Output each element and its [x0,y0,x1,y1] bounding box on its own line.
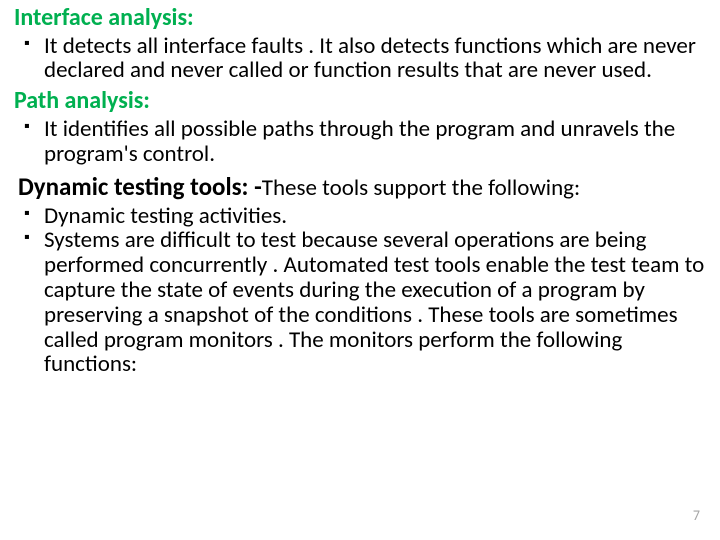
path-analysis-list: It identifies all possible paths through… [14,117,706,167]
path-analysis-heading: Path analysis: [14,87,706,115]
dynamic-tools-list: Dynamic testing activities. Systems are … [14,204,706,378]
interface-analysis-list: It detects all interface faults . It als… [14,34,706,84]
dynamic-tools-heading-bold: Dynamic testing tools: - [18,171,262,202]
slide: Interface analysis: It detects all inter… [0,0,720,540]
list-item: It detects all interface faults . It als… [14,34,706,84]
dynamic-tools-heading-tail: These tools support the following: [262,174,580,202]
dynamic-tools-heading: Dynamic testing tools: -These tools supp… [18,171,706,202]
interface-analysis-heading: Interface analysis: [14,4,706,32]
list-item: It identifies all possible paths through… [14,117,706,167]
list-item: Systems are difficult to test because se… [14,228,706,377]
page-number: 7 [693,507,700,524]
list-item: Dynamic testing activities. [14,204,706,229]
